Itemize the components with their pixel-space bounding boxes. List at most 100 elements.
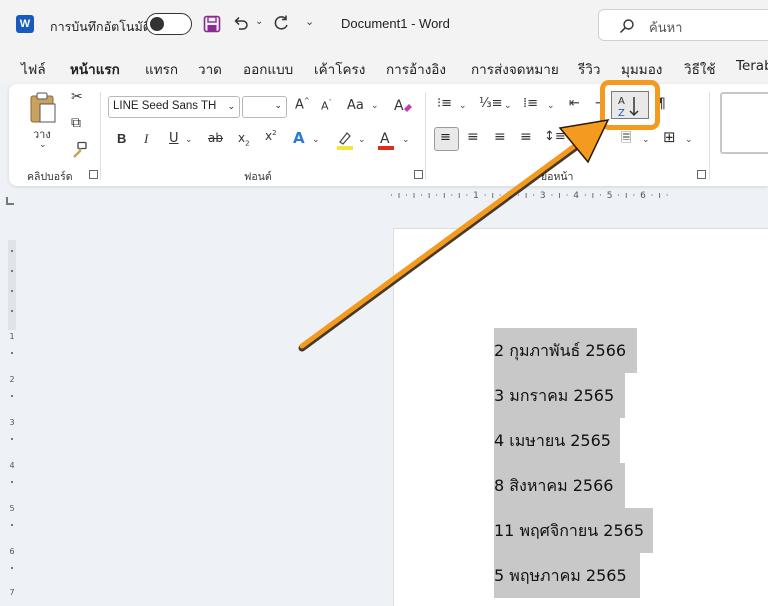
line-spacing-icon[interactable]: ↕≡ [544,129,566,144]
undo-icon[interactable] [232,14,250,32]
svg-text:A: A [394,98,404,114]
highlight-color-icon[interactable] [336,130,354,150]
ruler-number: 2 [9,375,15,384]
tab-view[interactable]: มุมมอง [621,58,662,80]
tab-references[interactable]: การอ้างอิง [386,58,446,80]
sort-button[interactable]: A Z [600,80,660,130]
chevron-down-icon: ⌄ [274,101,282,111]
styles-gallery[interactable] [720,92,768,154]
document-line[interactable]: 2 กุมภาพันธ์ 2566 [494,328,637,373]
bold-button[interactable]: B [117,131,126,146]
font-name-value: LINE Seed Sans TH [113,100,217,112]
bullets-icon[interactable]: ⁝≡ [437,96,452,111]
tab-home[interactable]: หน้าแรก [70,58,120,87]
tab-design[interactable]: ออกแบบ [243,58,293,80]
shrink-font-icon[interactable]: Aˇ [321,99,332,113]
superscript-button[interactable]: x2 [265,129,277,143]
ruler-number: 7 [9,588,15,597]
document-line[interactable]: 11 พฤศจิกายน 2565 [494,508,653,553]
horizontal-ruler[interactable]: · ı · ı · ı · ı · ı · 1 · ı · 2 · ı · 3 … [390,191,768,205]
underline-button[interactable]: U [169,131,179,146]
align-right-icon[interactable]: ≡ [494,129,506,145]
shading-icon[interactable]: 🗏 [621,129,631,151]
ruler-number: 5 [9,504,15,513]
clear-formatting-icon[interactable]: A [393,96,413,116]
toggle-knob [150,17,164,31]
align-center-icon[interactable]: ≡ [467,129,479,145]
paste-dropdown-icon[interactable]: ⌄ [39,140,47,150]
ruler-tick [11,567,13,569]
font-size-select[interactable]: ⌄ [242,96,287,118]
change-case-button[interactable]: Aa [347,98,364,113]
word-logo-icon: W [16,15,34,33]
clipboard-group-label: คลิปบอร์ด [27,171,73,183]
tab-insert[interactable]: แทรก [145,58,178,80]
vertical-ruler[interactable]: 1 2 3 4 5 6 7 [8,240,16,606]
paste-icon[interactable] [28,92,58,124]
document-line[interactable]: 4 เมษายน 2565 [494,418,620,463]
numbering-dropdown-icon[interactable]: ⌄ [504,101,512,111]
strikethrough-button[interactable]: ab [208,131,223,145]
justify-icon[interactable]: ≡ [520,129,532,145]
tab-review[interactable]: รีวิว [578,58,600,80]
tab-file[interactable]: ไฟล์ [21,58,46,80]
ruler-tab-selector[interactable] [6,197,14,205]
cut-icon[interactable]: ✂ [71,89,83,105]
ruler-tick [11,481,13,483]
subscript-button[interactable]: x2 [238,131,250,147]
font-group-label: ฟอนต์ [244,171,272,183]
borders-dropdown-icon[interactable]: ⌄ [685,135,693,145]
separator [709,92,710,180]
paragraph-group-label: ย่อหน้า [541,171,574,183]
highlight-dropdown-icon[interactable]: ⌄ [358,135,366,145]
tab-help[interactable]: วิธีใช้ [684,58,716,80]
document-line[interactable]: 3 มกราคม 2565 [494,373,625,418]
multilevel-dropdown-icon[interactable]: ⌄ [547,101,555,111]
paragraph-launcher-icon[interactable] [697,170,706,179]
tab-terab[interactable]: Terab [736,58,768,74]
title-bar: W การบันทึกอัตโนมัติ ⌄ ⌄ Document1 - Wor… [0,0,768,50]
font-launcher-icon[interactable] [414,170,423,179]
autosave-toggle[interactable] [146,13,192,35]
chevron-down-icon: ⌄ [227,101,235,111]
bullets-dropdown-icon[interactable]: ⌄ [459,101,467,111]
text-effects-dropdown-icon[interactable]: ⌄ [312,135,320,145]
decrease-indent-icon[interactable]: ⇤ [569,96,580,111]
multilevel-list-icon[interactable]: ⁞≡ [523,96,538,111]
undo-dropdown-icon[interactable]: ⌄ [255,16,263,27]
text-effects-icon[interactable]: A [293,129,305,147]
font-name-select[interactable]: LINE Seed Sans TH ⌄ [108,96,240,118]
ruler-tick [11,438,13,440]
document-title: Document1 - Word [341,16,450,31]
tab-mailings[interactable]: การส่งจดหมาย [471,58,559,80]
sort-button-inner: A Z [611,91,649,119]
italic-button[interactable]: I [144,131,148,147]
copy-icon[interactable]: ⧉ [71,115,81,131]
underline-dropdown-icon[interactable]: ⌄ [185,135,193,145]
ruler-tick [11,270,13,272]
grow-font-icon[interactable]: A^ [295,97,310,112]
tab-layout[interactable]: เค้าโครง [314,58,365,80]
customize-toolbar-icon[interactable]: ⌄ [305,15,314,28]
font-color-dropdown-icon[interactable]: ⌄ [402,135,410,145]
tab-draw[interactable]: วาด [198,58,222,80]
search-input[interactable]: ค้นหา [598,9,768,41]
document-line[interactable]: 8 สิงหาคม 2566 [494,463,625,508]
align-left-button[interactable]: ≡ [434,127,459,151]
separator [100,92,101,180]
search-placeholder: ค้นหา [649,21,683,36]
shading-dropdown-icon[interactable]: ⌄ [642,135,650,145]
numbering-icon[interactable]: ⅓≡ [479,96,503,111]
borders-icon[interactable]: ⊞ [663,128,676,146]
ribbon-tabs: ไฟล์ หน้าแรก แทรก วาด ออกแบบ เค้าโครง กา… [0,50,768,87]
font-color-icon[interactable]: A [377,129,395,150]
format-painter-icon[interactable] [70,141,88,159]
document-line[interactable]: 5 พฤษภาคม 2565 [494,553,640,598]
change-case-dropdown-icon[interactable]: ⌄ [371,101,379,111]
sort-az-icon: A Z [618,96,639,118]
redo-icon[interactable] [272,14,290,32]
ruler-tick [11,290,13,292]
save-icon[interactable] [203,15,221,33]
clipboard-launcher-icon[interactable] [89,170,98,179]
ruler-number: 6 [9,547,15,556]
